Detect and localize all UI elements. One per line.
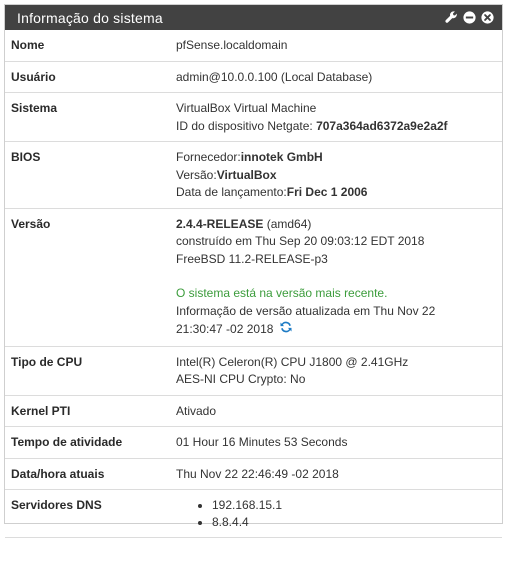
row-label: Kernel PTI — [5, 394, 170, 427]
release-line: 2.4.4-RELEASE (amd64) — [176, 216, 496, 234]
row-label: Servidores DNS — [5, 489, 170, 538]
bios-vendor: innotek GmbH — [240, 150, 323, 164]
bios-date-prefix: Data de lançamento: — [176, 185, 287, 199]
system-value: VirtualBox Virtual Machine ID do disposi… — [170, 92, 502, 142]
cpu-crypto: AES-NI CPU Crypto: No — [176, 372, 306, 386]
refresh-icon[interactable] — [279, 320, 293, 340]
netgate-id: 707a364ad6372a9e2a2f — [316, 118, 448, 133]
row-label: Nome — [11, 38, 45, 52]
row-label-cut — [5, 537, 170, 565]
freebsd-version: FreeBSD 11.2-RELEASE-p3 — [176, 251, 328, 266]
version-checked-line1: Informação de versão atualizada em Thu N… — [176, 303, 436, 318]
uptime-value: 01 Hour 16 Minutes 53 Seconds — [170, 426, 502, 458]
bios-vendor-prefix: Fornecedor: — [176, 150, 241, 164]
release-arch: (amd64) — [263, 216, 312, 231]
bios-version: VirtualBox — [216, 167, 277, 182]
dns-value: 192.168.15.1 8.8.4.4 — [170, 489, 502, 538]
netgate-id-line: ID do dispositivo Netgate: 707a364ad6372… — [176, 118, 496, 136]
row-version: Versão 2.4.4-RELEASE (amd64) construído … — [5, 207, 502, 346]
row-label: Data/hora atuais — [5, 457, 170, 490]
row-label: Versão — [5, 207, 170, 346]
version-checked-line2: 21:30:47 -02 2018 — [176, 320, 496, 340]
row-user: Usuário admin@10.0.0.100 (Local Database… — [5, 60, 502, 93]
version-value: 2.4.4-RELEASE (amd64) construído em Thu … — [170, 207, 502, 346]
row-kernel-pti: Kernel PTI Ativado — [5, 394, 502, 427]
wrench-icon[interactable] — [444, 11, 458, 25]
netgate-id-prefix: ID do dispositivo Netgate: — [176, 118, 317, 133]
bios-value: Fornecedor:innotek GmbH Versão:VirtualBo… — [170, 141, 502, 208]
build-date: construído em Thu Sep 20 09:03:12 EDT 20… — [176, 234, 425, 248]
hostname-value: pfSense.localdomain — [176, 38, 288, 52]
row-datetime: Data/hora atuais Thu Nov 22 22:46:49 -02… — [5, 457, 502, 490]
version-checked-time: 21:30:47 -02 2018 — [176, 321, 274, 336]
row-label: Usuário — [5, 60, 170, 93]
system-info-widget: Informação do sistema Nome pfSense.local… — [4, 4, 503, 565]
row-bios: BIOS Fornecedor:innotek GmbH Versão:Virt… — [5, 141, 502, 208]
row-name: Nome pfSense.localdomain — [5, 30, 502, 61]
row-uptime: Tempo de atividade 01 Hour 16 Minutes 53… — [5, 426, 502, 458]
bios-date: Fri Dec 1 2006 — [286, 185, 368, 199]
panel-title: Informação do sistema — [17, 9, 163, 26]
row-dns: Servidores DNS 192.168.15.1 8.8.4.4 — [5, 489, 502, 538]
row-label: Tempo de atividade — [5, 426, 170, 458]
panel-controls — [444, 11, 494, 25]
datetime-value: Thu Nov 22 22:46:49 -02 2018 — [170, 457, 502, 490]
system-platform: VirtualBox Virtual Machine — [176, 101, 317, 115]
bios-version-prefix: Versão: — [176, 167, 217, 182]
row-label: BIOS — [5, 141, 170, 208]
minus-circle-icon[interactable] — [462, 11, 476, 25]
row-label: Sistema — [5, 92, 170, 142]
dns-server-list: 192.168.15.1 8.8.4.4 — [176, 497, 496, 531]
cpu-model: Intel(R) Celeron(R) CPU J1800 @ 2.41GHz — [176, 354, 409, 369]
close-circle-icon[interactable] — [480, 11, 494, 25]
update-status: O sistema está na versão mais recente. — [176, 286, 388, 300]
dns-server-item: 8.8.4.4 — [212, 514, 496, 531]
bios-vendor-line: Fornecedor:innotek GmbH — [176, 149, 496, 167]
row-label: Tipo de CPU — [5, 345, 170, 395]
row-value-cut — [170, 537, 502, 565]
bios-version-line: Versão:VirtualBox — [176, 167, 496, 185]
cpu-value: Intel(R) Celeron(R) CPU J1800 @ 2.41GHz … — [170, 345, 502, 395]
kernel-pti-value: Ativado — [170, 394, 502, 427]
release-name: 2.4.4-RELEASE — [176, 216, 264, 231]
system-info-table: Nome pfSense.localdomain Usuário admin@1… — [5, 30, 502, 565]
panel-heading: Informação do sistema — [5, 5, 502, 30]
row-next-cut — [5, 537, 502, 565]
bios-date-line: Data de lançamento:Fri Dec 1 2006 — [176, 184, 496, 202]
user-value: admin@10.0.0.100 (Local Database) — [170, 60, 502, 93]
row-cpu: Tipo de CPU Intel(R) Celeron(R) CPU J180… — [5, 345, 502, 395]
row-system: Sistema VirtualBox Virtual Machine ID do… — [5, 92, 502, 142]
dns-server-item: 192.168.15.1 — [212, 497, 496, 514]
